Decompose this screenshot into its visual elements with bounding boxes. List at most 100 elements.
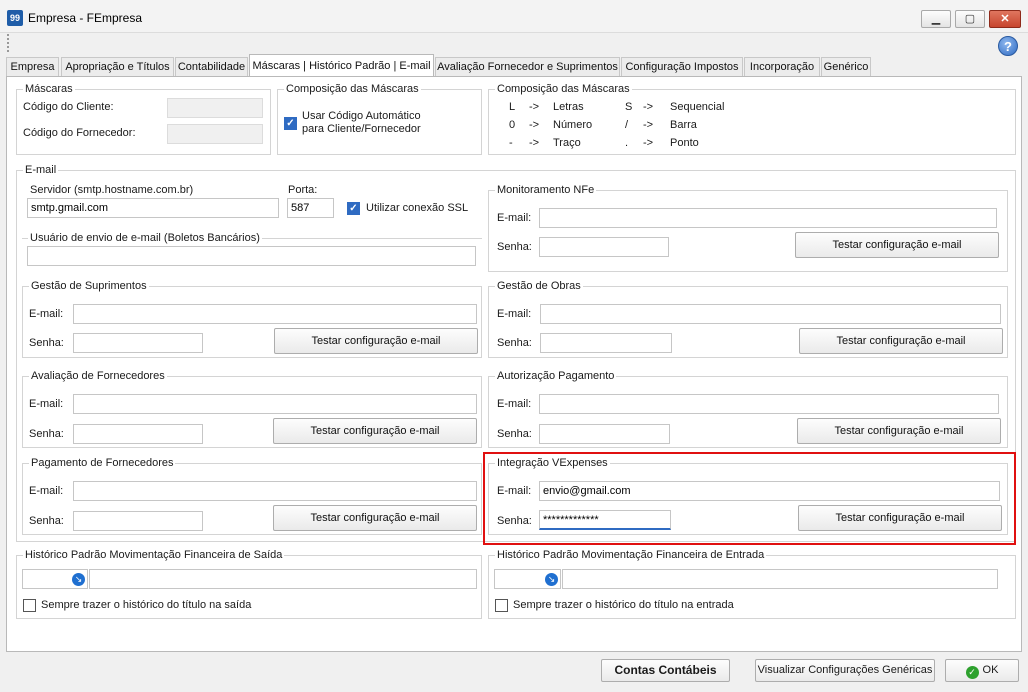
tab-incorporacao[interactable]: Incorporação bbox=[744, 57, 820, 76]
historico-saida-checkbox[interactable] bbox=[23, 599, 36, 612]
historico-entrada-title: Histórico Padrão Movimentação Financeira… bbox=[495, 549, 767, 561]
help-icon[interactable]: ? bbox=[998, 36, 1018, 56]
tab-mascaras-historico-email[interactable]: Máscaras | Histórico Padrão | E-mail bbox=[249, 54, 434, 77]
key-dot: . bbox=[625, 137, 629, 149]
suprimentos-test-button[interactable]: Testar configuração e-mail bbox=[274, 328, 478, 354]
usar-codigo-label-1: Usar Código Automático bbox=[302, 110, 421, 122]
tab-configuracao-impostos[interactable]: Configuração Impostos bbox=[621, 57, 743, 76]
email-label: E-mail: bbox=[497, 398, 532, 410]
historico-saida-group: Histórico Padrão Movimentação Financeira… bbox=[16, 549, 482, 619]
pagamento-senha-input[interactable] bbox=[73, 511, 203, 531]
contas-contabeis-button[interactable]: Contas Contábeis bbox=[601, 659, 730, 682]
maximize-button[interactable]: ▢ bbox=[955, 10, 985, 28]
obras-test-button[interactable]: Testar configuração e-mail bbox=[799, 328, 1003, 354]
legend-ponto: Ponto bbox=[670, 137, 699, 149]
ssl-label: Utilizar conexão SSL bbox=[366, 202, 469, 214]
email-label: E-mail: bbox=[29, 485, 64, 497]
monitoramento-email-input[interactable] bbox=[539, 208, 997, 228]
codigo-fornecedor-label: Código do Fornecedor: bbox=[23, 127, 136, 139]
email-label: E-mail: bbox=[29, 398, 64, 410]
historico-saida-checkbox-label: Sempre trazer o histórico do título na s… bbox=[41, 599, 252, 611]
obras-senha-input[interactable] bbox=[540, 333, 672, 353]
composicao-left-group: Composição das Máscaras ✓ Usar Código Au… bbox=[277, 83, 482, 155]
avaliacao-email-input[interactable] bbox=[73, 394, 477, 414]
tab-apropriacao[interactable]: Apropriação e Títulos bbox=[61, 57, 174, 76]
lookup-icon[interactable]: ↘ bbox=[545, 573, 558, 586]
senha-label: Senha: bbox=[497, 241, 532, 253]
tab-avaliacao-fornecedor[interactable]: Avaliação Fornecedor e Suprimentos bbox=[435, 57, 620, 76]
arrow: -> bbox=[529, 119, 540, 131]
obras-title: Gestão de Obras bbox=[495, 280, 583, 292]
check-circle-icon: ✓ bbox=[965, 666, 979, 679]
avaliacao-test-button[interactable]: Testar configuração e-mail bbox=[273, 418, 477, 444]
senha-label: Senha: bbox=[497, 428, 532, 440]
suprimentos-email-input[interactable] bbox=[73, 304, 477, 324]
historico-saida-title: Histórico Padrão Movimentação Financeira… bbox=[23, 549, 285, 561]
historico-saida-desc-input[interactable] bbox=[89, 569, 477, 589]
arrow: -> bbox=[643, 101, 654, 113]
pagamento-email-input[interactable] bbox=[73, 481, 477, 501]
tab-generico[interactable]: Genérico bbox=[821, 57, 871, 76]
ok-label: OK bbox=[982, 664, 999, 676]
senha-label: Senha: bbox=[29, 515, 64, 527]
key-s: S bbox=[625, 101, 633, 113]
legend-numero: Número bbox=[553, 119, 593, 131]
monitoramento-group: Monitoramento NFe E-mail: Senha: Testar … bbox=[488, 184, 1008, 272]
tab-empresa[interactable]: Empresa bbox=[6, 57, 59, 76]
autorizacao-senha-input[interactable] bbox=[539, 424, 670, 444]
autorizacao-email-input[interactable] bbox=[539, 394, 999, 414]
usuario-title: Usuário de envio de e-mail (Boletos Banc… bbox=[28, 232, 262, 244]
highlight-box bbox=[483, 452, 1016, 545]
obras-group: Gestão de Obras E-mail: Senha: Testar co… bbox=[488, 280, 1008, 358]
arrow: -> bbox=[643, 137, 654, 149]
title-bar: 99 Empresa - FEmpresa ▁ ▢ ✕ bbox=[0, 0, 1028, 33]
close-button[interactable]: ✕ bbox=[989, 10, 1021, 28]
arrow: -> bbox=[643, 119, 654, 131]
mascaras-title: Máscaras bbox=[23, 83, 75, 95]
key-dash: - bbox=[509, 137, 513, 149]
suprimentos-title: Gestão de Suprimentos bbox=[29, 280, 149, 292]
codigo-cliente-label: Código do Cliente: bbox=[23, 101, 114, 113]
key-slash: / bbox=[625, 119, 629, 131]
servidor-input[interactable]: smtp.gmail.com bbox=[27, 198, 279, 218]
window-title: Empresa - FEmpresa bbox=[28, 11, 143, 25]
toolbar-grip bbox=[7, 34, 10, 52]
usuario-input[interactable] bbox=[27, 246, 476, 266]
usar-codigo-automatico-checkbox[interactable]: ✓ bbox=[284, 117, 297, 130]
monitoramento-test-button[interactable]: Testar configuração e-mail bbox=[795, 232, 999, 258]
codigo-cliente-input[interactable] bbox=[167, 98, 263, 118]
suprimentos-group: Gestão de Suprimentos E-mail: Senha: Tes… bbox=[22, 280, 482, 358]
minimize-button[interactable]: ▁ bbox=[921, 10, 951, 28]
composicao-right-group: Composição das Máscaras L -> Letras S ->… bbox=[488, 83, 1016, 155]
email-label: E-mail: bbox=[497, 212, 532, 224]
app-logo-icon: 99 bbox=[7, 10, 23, 26]
pagamento-group: Pagamento de Fornecedores E-mail: Senha:… bbox=[22, 457, 482, 535]
ssl-checkbox[interactable]: ✓ bbox=[347, 202, 360, 215]
autorizacao-test-button[interactable]: Testar configuração e-mail bbox=[797, 418, 1001, 444]
monitoramento-title: Monitoramento NFe bbox=[495, 184, 597, 196]
suprimentos-senha-input[interactable] bbox=[73, 333, 203, 353]
historico-entrada-checkbox-label: Sempre trazer o histórico do título na e… bbox=[513, 599, 734, 611]
avaliacao-title: Avaliação de Fornecedores bbox=[29, 370, 167, 382]
porta-input[interactable]: 587 bbox=[287, 198, 334, 218]
composicao-left-title: Composição das Máscaras bbox=[284, 83, 421, 95]
ok-button[interactable]: ✓ OK bbox=[945, 659, 1019, 682]
codigo-fornecedor-input[interactable] bbox=[167, 124, 263, 144]
pagamento-test-button[interactable]: Testar configuração e-mail bbox=[273, 505, 477, 531]
porta-label: Porta: bbox=[288, 184, 318, 196]
historico-entrada-group: Histórico Padrão Movimentação Financeira… bbox=[488, 549, 1016, 619]
monitoramento-senha-input[interactable] bbox=[539, 237, 669, 257]
avaliacao-senha-input[interactable] bbox=[73, 424, 203, 444]
tab-contabilidade[interactable]: Contabilidade bbox=[175, 57, 248, 76]
historico-entrada-desc-input[interactable] bbox=[562, 569, 998, 589]
servidor-label: Servidor (smtp.hostname.com.br) bbox=[30, 184, 194, 196]
visualizar-configuracoes-button[interactable]: Visualizar Configurações Genéricas bbox=[755, 659, 935, 682]
composicao-right-title: Composição das Máscaras bbox=[495, 83, 632, 95]
historico-entrada-checkbox[interactable] bbox=[495, 599, 508, 612]
lookup-icon[interactable]: ↘ bbox=[72, 573, 85, 586]
obras-email-input[interactable] bbox=[540, 304, 1001, 324]
email-label: E-mail: bbox=[29, 308, 64, 320]
legend-letras: Letras bbox=[553, 101, 584, 113]
avaliacao-group: Avaliação de Fornecedores E-mail: Senha:… bbox=[22, 370, 482, 448]
pagamento-title: Pagamento de Fornecedores bbox=[29, 457, 176, 469]
